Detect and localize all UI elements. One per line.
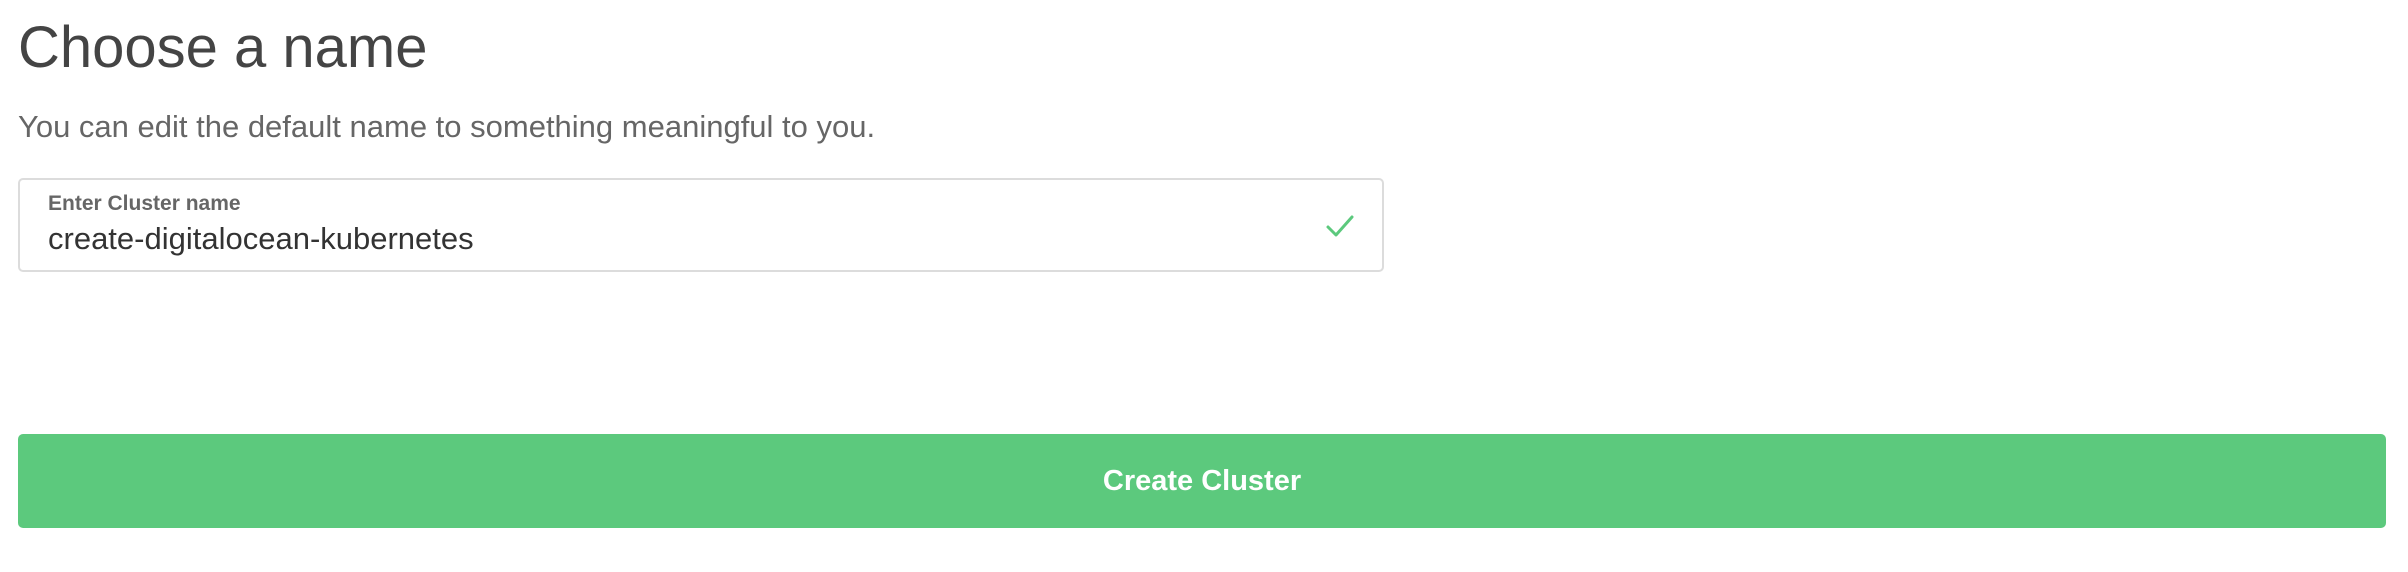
create-cluster-button[interactable]: Create Cluster: [18, 434, 2386, 528]
cluster-name-label: Enter Cluster name: [48, 192, 241, 215]
check-icon: [1324, 210, 1356, 242]
cluster-name-input[interactable]: [48, 218, 1268, 260]
page-subtitle: You can edit the default name to somethi…: [18, 109, 876, 144]
choose-name-page: Choose a name You can edit the default n…: [0, 0, 2408, 572]
cluster-name-field[interactable]: Enter Cluster name: [18, 178, 1384, 272]
page-title: Choose a name: [18, 15, 428, 80]
